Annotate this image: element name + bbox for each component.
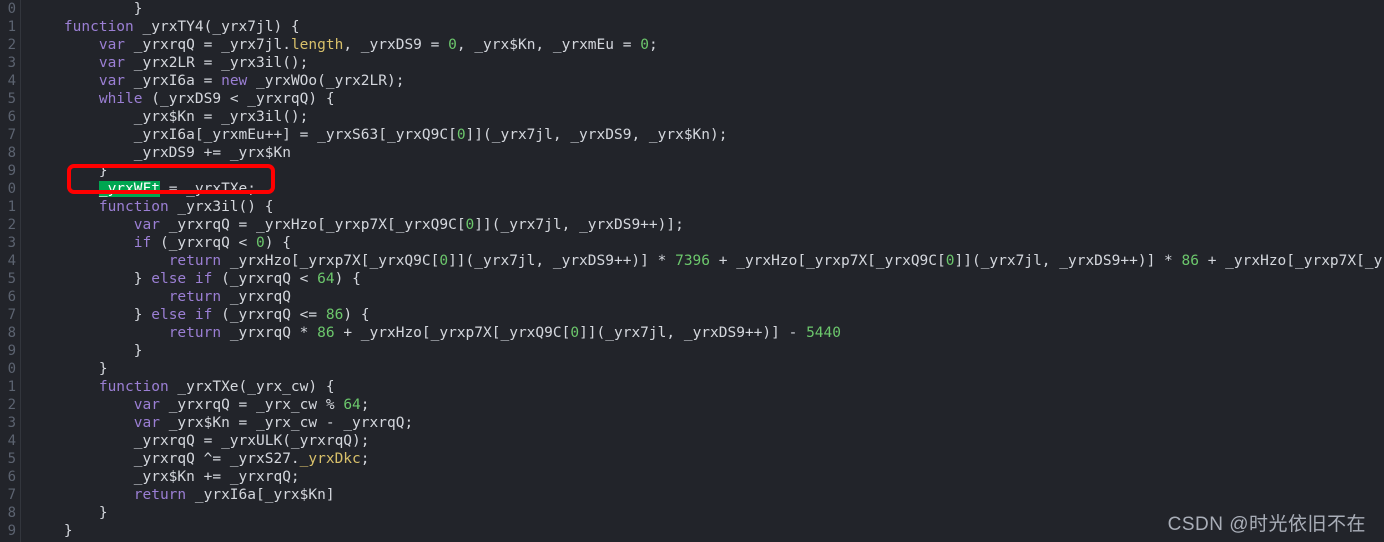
code-line[interactable]: _yrxDS9 += _yrx$Kn	[21, 144, 1384, 162]
code-line[interactable]: var _yrxrqQ = _yrxHzo[_yrxp7X[_yrxQ9C[0]…	[21, 216, 1384, 234]
line-number: 0	[7, 1, 16, 17]
line-number: 9	[7, 343, 16, 359]
code-line[interactable]: while (_yrxDS9 < _yrxrqQ) {	[21, 90, 1384, 108]
code-line[interactable]: var _yrx2LR = _yrx3il();	[21, 54, 1384, 72]
code-line[interactable]: var _yrxrqQ = _yrx_cw % 64;	[21, 396, 1384, 414]
line-number: 8	[7, 325, 16, 341]
line-number: 7	[7, 127, 16, 143]
code-line[interactable]: var _yrxI6a = new _yrxWOo(_yrx2LR);	[21, 72, 1384, 90]
line-number: 9	[7, 523, 16, 539]
code-line[interactable]: var _yrxrqQ = _yrx7jl.length, _yrxDS9 = …	[21, 36, 1384, 54]
code-line[interactable]: _yrx$Kn += _yrxrqQ;	[21, 468, 1384, 486]
code-line[interactable]: if (_yrxrqQ < 0) {	[21, 234, 1384, 252]
code-line[interactable]: }	[21, 360, 1384, 378]
line-number: 4	[7, 253, 16, 269]
line-number-gutter: 0123456789012345678901234567890	[0, 0, 21, 542]
code-line[interactable]: } else if (_yrxrqQ < 64) {	[21, 270, 1384, 288]
code-line[interactable]: var _yrx$Kn = _yrx_cw - _yrxrqQ;	[21, 414, 1384, 432]
line-number: 6	[7, 109, 16, 125]
line-number: 4	[7, 73, 16, 89]
line-number: 7	[7, 487, 16, 503]
code-line[interactable]: return _yrxrqQ	[21, 288, 1384, 306]
line-number: 6	[7, 289, 16, 305]
line-number: 0	[7, 181, 16, 197]
line-number: 1	[7, 379, 16, 395]
line-number: 8	[7, 145, 16, 161]
line-number: 8	[7, 505, 16, 521]
code-line[interactable]: function _yrx3il() {	[21, 198, 1384, 216]
code-line[interactable]: } else if (_yrxrqQ <= 86) {	[21, 306, 1384, 324]
line-number: 7	[7, 307, 16, 323]
line-number: 5	[7, 451, 16, 467]
csdn-watermark: CSDN @时光依旧不在	[1167, 514, 1366, 535]
highlighted-token: _yrxWFt	[98, 181, 160, 197]
code-line[interactable]: _yrx$Kn = _yrx3il();	[21, 108, 1384, 126]
code-line[interactable]: function _yrxTXe(_yrx_cw) {	[21, 378, 1384, 396]
line-number: 1	[7, 19, 16, 35]
line-number: 5	[7, 271, 16, 287]
line-number: 2	[7, 397, 16, 413]
code-line[interactable]: function _yrxTY4(_yrx7jl) {	[21, 18, 1384, 36]
code-line[interactable]: }	[21, 162, 1384, 180]
code-line[interactable]: _yrxrqQ ^= _yrxS27._yrxDkc;	[21, 450, 1384, 468]
code-line[interactable]: }	[21, 342, 1384, 360]
line-number: 9	[7, 163, 16, 179]
code-line[interactable]: _yrxWFt = _yrxTXe;	[21, 180, 1384, 198]
line-number: 6	[7, 469, 16, 485]
line-number: 1	[7, 199, 16, 215]
line-number: 5	[7, 91, 16, 107]
code-content-area[interactable]: } function _yrxTY4(_yrx7jl) { var _yrxrq…	[21, 0, 1384, 542]
line-number: 0	[7, 361, 16, 377]
line-number: 3	[7, 55, 16, 71]
code-line[interactable]: }	[21, 0, 1384, 18]
code-line[interactable]: return _yrxI6a[_yrx$Kn]	[21, 486, 1384, 504]
line-number: 2	[7, 217, 16, 233]
line-number: 4	[7, 433, 16, 449]
code-line[interactable]: _yrxrqQ = _yrxULK(_yrxrqQ);	[21, 432, 1384, 450]
line-number: 3	[7, 415, 16, 431]
line-number: 3	[7, 235, 16, 251]
code-line[interactable]: return _yrxHzo[_yrxp7X[_yrxQ9C[0]](_yrx7…	[21, 252, 1384, 270]
line-number: 2	[7, 37, 16, 53]
code-line[interactable]: _yrxI6a[_yrxmEu++] = _yrxS63[_yrxQ9C[0]]…	[21, 126, 1384, 144]
code-editor-screenshot: 0123456789012345678901234567890 } functi…	[0, 0, 1384, 542]
code-line[interactable]: return _yrxrqQ * 86 + _yrxHzo[_yrxp7X[_y…	[21, 324, 1384, 342]
